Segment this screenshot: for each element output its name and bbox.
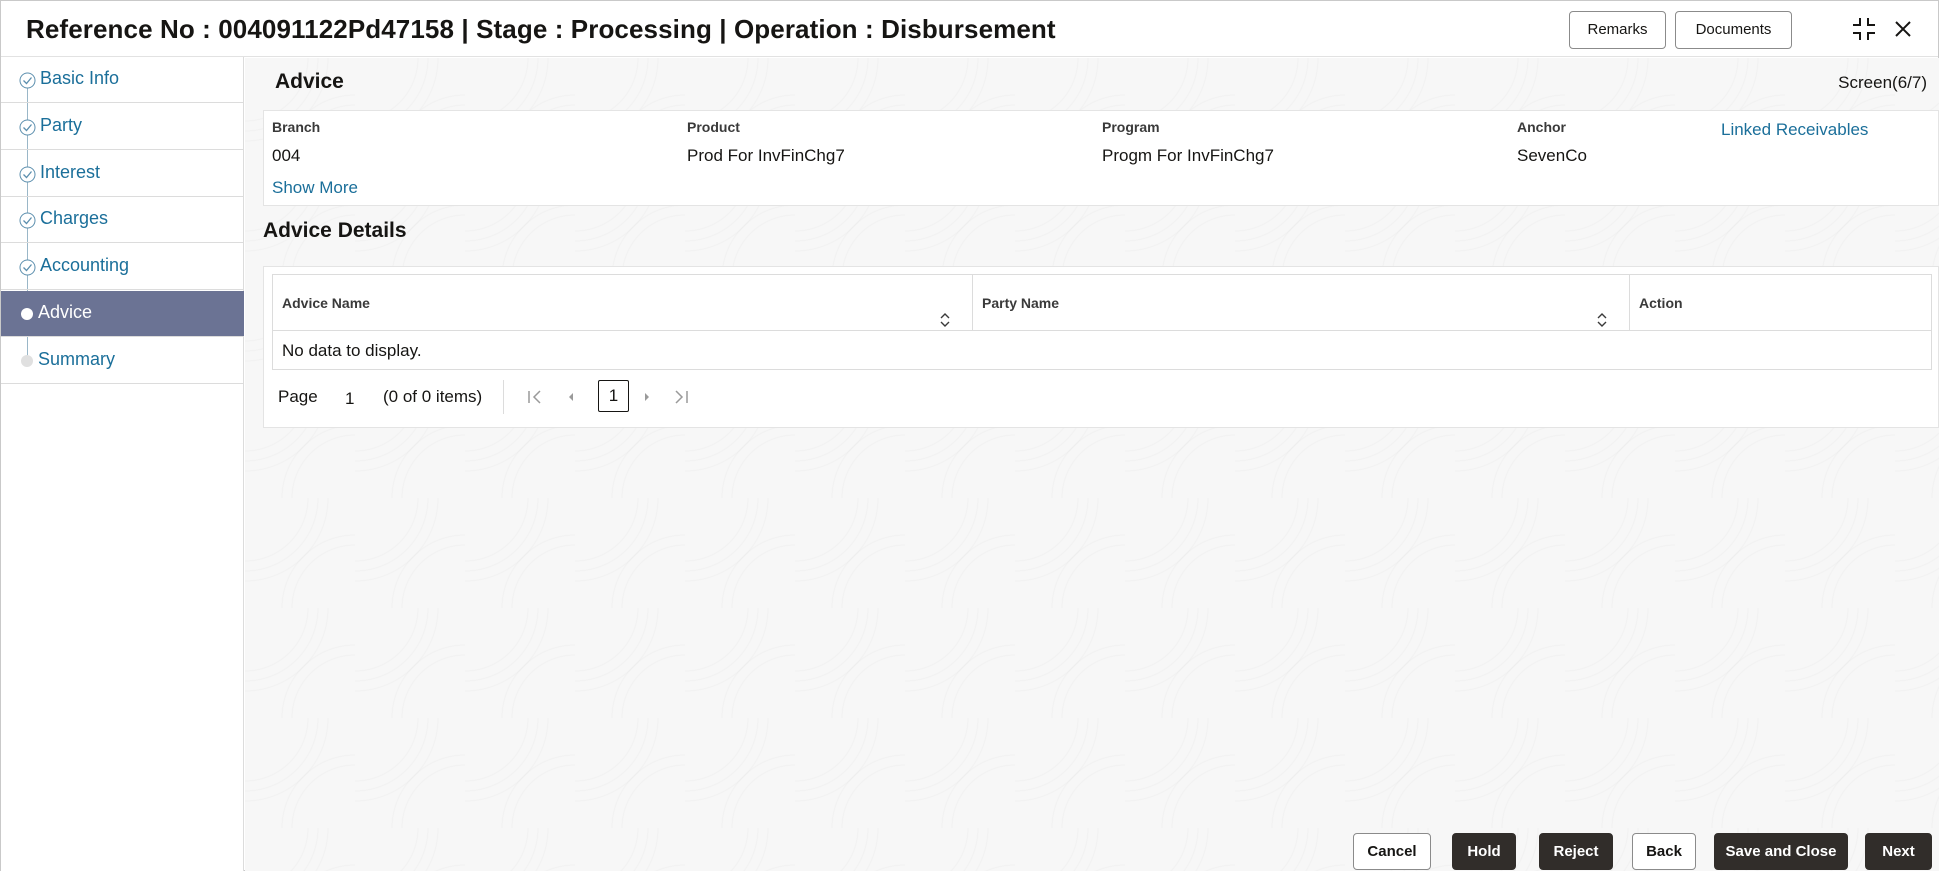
product-label: Product — [687, 119, 740, 135]
program-field: Program Progm For InvFinChg7 — [1102, 119, 1274, 166]
page-title: Reference No : 004091122Pd47158 | Stage … — [26, 14, 1056, 44]
sidebar-item-basic-info[interactable]: Basic Info — [1, 57, 244, 103]
branch-label: Branch — [272, 119, 321, 135]
app-window: Reference No : 004091122Pd47158 | Stage … — [0, 0, 1939, 871]
compress-icon[interactable] — [1850, 15, 1878, 43]
column-header-label: Party Name — [982, 295, 1060, 311]
branch-field: Branch 004 — [272, 119, 320, 166]
column-header-label: Advice Name — [282, 295, 370, 311]
check-circle-icon — [19, 166, 36, 183]
next-page-icon[interactable] — [637, 387, 657, 407]
reject-button[interactable]: Reject — [1539, 833, 1613, 870]
advice-table: Advice Name Party Name Action No data to… — [272, 274, 1932, 370]
sidebar-item-interest[interactable]: Interest — [1, 151, 244, 197]
program-value: Progm For InvFinChg7 — [1102, 146, 1274, 165]
items-count: (0 of 0 items) — [383, 387, 483, 406]
current-page-button[interactable]: 1 — [598, 380, 629, 412]
column-header-action: Action — [1630, 275, 1933, 331]
anchor-value: SevenCo — [1517, 146, 1587, 165]
check-circle-icon — [19, 212, 36, 229]
summary-info-panel: Branch 004 Product Prod For InvFinChg7 P… — [263, 110, 1939, 206]
sidebar-item-label: Advice — [38, 302, 93, 322]
sort-icon[interactable] — [940, 295, 950, 327]
sidebar-item-advice[interactable]: Advice — [1, 291, 244, 337]
sidebar-item-label: Charges — [40, 208, 109, 228]
documents-button[interactable]: Documents — [1675, 11, 1792, 49]
first-page-icon[interactable] — [525, 387, 545, 407]
table-header: Advice Name Party Name Action — [273, 275, 1931, 331]
sidebar-item-party[interactable]: Party — [1, 104, 244, 150]
cancel-button[interactable]: Cancel — [1353, 833, 1431, 870]
section-title: Advice — [275, 70, 344, 93]
next-button[interactable]: Next — [1865, 833, 1932, 870]
check-circle-icon — [19, 72, 36, 89]
sidebar-item-label: Basic Info — [40, 68, 120, 88]
previous-page-icon[interactable] — [561, 387, 581, 407]
check-circle-icon — [19, 259, 36, 276]
page-number-input[interactable]: 1 — [345, 389, 354, 409]
remarks-button[interactable]: Remarks — [1569, 11, 1666, 49]
column-header-party-name[interactable]: Party Name — [973, 275, 1630, 331]
anchor-field: Anchor SevenCo — [1517, 119, 1587, 166]
sidebar-item-summary[interactable]: Summary — [1, 338, 244, 384]
product-value: Prod For InvFinChg7 — [687, 146, 845, 165]
sidebar-item-label: Accounting — [40, 255, 130, 275]
header-bar: Reference No : 004091122Pd47158 | Stage … — [1, 1, 1938, 57]
check-circle-icon — [19, 119, 36, 136]
sidebar-item-charges[interactable]: Charges — [1, 197, 244, 243]
sidebar-item-label: Interest — [40, 162, 101, 182]
last-page-icon[interactable] — [671, 387, 691, 407]
pager-divider — [503, 380, 504, 414]
sidebar-item-label: Summary — [38, 349, 116, 369]
sidebar-item-accounting[interactable]: Accounting — [1, 244, 244, 290]
advice-details-panel: Advice Name Party Name Action No data to… — [263, 266, 1939, 428]
advice-details-title: Advice Details — [263, 219, 407, 242]
column-header-advice-name[interactable]: Advice Name — [273, 275, 973, 331]
current-step-dot-icon — [21, 308, 33, 320]
train-stop-sidebar: Basic Info Party Interest Charges Accoun… — [1, 57, 244, 871]
pagination-bar: Page 1 (0 of 0 items) 1 — [272, 375, 872, 419]
branch-value: 004 — [272, 146, 301, 165]
show-more-link[interactable]: Show More — [272, 178, 358, 198]
sort-icon[interactable] — [1597, 295, 1607, 327]
product-field: Product Prod For InvFinChg7 — [687, 119, 845, 166]
anchor-label: Anchor — [1517, 119, 1566, 135]
hold-button[interactable]: Hold — [1452, 833, 1516, 870]
back-button[interactable]: Back — [1632, 833, 1696, 870]
sidebar-item-label: Party — [40, 115, 83, 135]
main-content: Advice Screen(6/7) Branch 004 Product Pr… — [245, 58, 1939, 871]
close-icon[interactable] — [1889, 15, 1917, 43]
program-label: Program — [1102, 119, 1160, 135]
save-and-close-button[interactable]: Save and Close — [1714, 833, 1848, 870]
pending-step-dot-icon — [21, 355, 33, 367]
column-header-label: Action — [1639, 295, 1683, 311]
empty-table-message: No data to display. — [282, 341, 422, 360]
screen-counter: Screen(6/7) — [1838, 73, 1927, 92]
linked-receivables-link[interactable]: Linked Receivables — [1721, 120, 1868, 140]
page-label: Page — [278, 387, 318, 406]
